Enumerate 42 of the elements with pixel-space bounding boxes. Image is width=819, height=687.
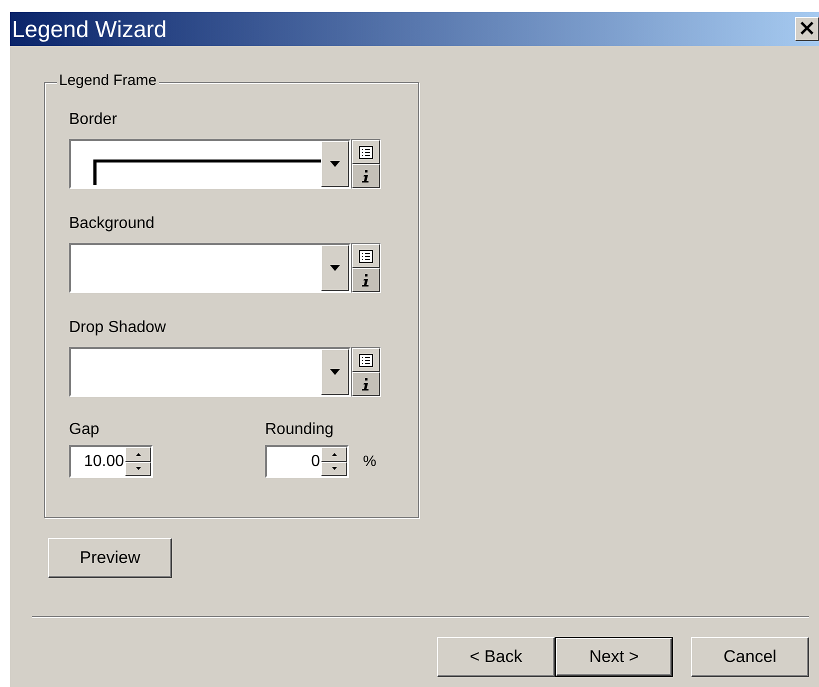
caret-icon: [330, 161, 340, 167]
dropdown-arrow-button[interactable]: [321, 245, 349, 291]
caret-icon: [330, 265, 340, 271]
spinner-label: Rounding: [265, 421, 334, 439]
info-icon: [362, 378, 370, 390]
spin-down-button[interactable]: [125, 462, 151, 476]
field-label: Drop Shadow: [69, 319, 167, 337]
wizard-button[interactable]: < Back: [437, 637, 555, 677]
dropdown-arrow-button[interactable]: [321, 349, 349, 395]
info-button[interactable]: [352, 372, 380, 396]
unit-label: %: [363, 453, 376, 470]
info-button[interactable]: [352, 164, 380, 188]
preview-button[interactable]: Preview: [48, 538, 172, 578]
info-icon: [362, 170, 370, 182]
info-icon: [362, 274, 370, 286]
field-label: Border: [69, 111, 118, 129]
list-icon: [359, 250, 373, 262]
info-button[interactable]: [352, 268, 380, 292]
window-title: Legend Wizard: [11, 16, 167, 42]
list-button[interactable]: [352, 348, 380, 372]
down-arrow-icon: [332, 467, 336, 470]
spin-up-button[interactable]: [321, 447, 347, 462]
spinner-label: Gap: [69, 421, 100, 439]
up-arrow-icon: [332, 452, 336, 456]
down-arrow-icon: [136, 467, 140, 470]
spin-down-button[interactable]: [321, 462, 347, 476]
list-button[interactable]: [352, 244, 380, 268]
up-arrow-icon: [136, 452, 140, 456]
caret-icon: [330, 369, 340, 375]
wizard-button[interactable]: Next >: [555, 637, 673, 677]
field-label: Background: [69, 215, 156, 233]
list-button[interactable]: [352, 140, 380, 164]
list-icon: [359, 354, 373, 366]
wizard-button[interactable]: Cancel: [691, 637, 809, 677]
number-spinner[interactable]: 0: [265, 445, 349, 478]
number-spinner[interactable]: 10.00: [69, 445, 153, 478]
group-title: Legend Frame: [57, 72, 159, 89]
style-dropdown[interactable]: [69, 139, 351, 189]
list-icon: [359, 146, 373, 158]
dropdown-arrow-button[interactable]: [321, 141, 349, 187]
spin-up-button[interactable]: [125, 447, 151, 462]
close-button[interactable]: ×: [795, 17, 819, 41]
